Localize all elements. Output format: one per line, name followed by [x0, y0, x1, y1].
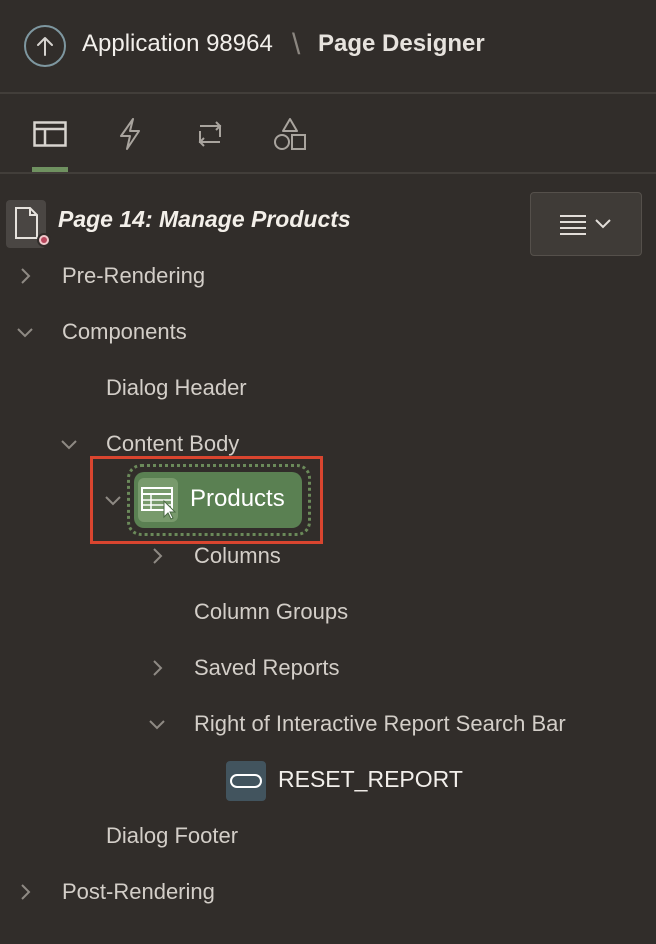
lightning-icon	[120, 118, 140, 150]
arrow-up-icon	[37, 37, 53, 56]
designer-tabbar	[0, 96, 656, 174]
tree-page-node[interactable]: Page 14: Manage Products	[0, 192, 520, 248]
tab-dynamic-actions[interactable]	[112, 96, 148, 172]
menu-icon	[560, 215, 586, 235]
page-icon	[6, 200, 51, 248]
tree-node-columns[interactable]: Columns	[194, 528, 281, 584]
refresh-icon	[198, 121, 222, 147]
page-label: Page 14: Manage Products	[58, 206, 351, 232]
button-icon	[226, 761, 266, 801]
shapes-icon	[274, 118, 306, 150]
tree-node-pre-rendering[interactable]: Pre-Rendering	[62, 248, 205, 304]
application-title[interactable]: Application 98964	[82, 30, 273, 58]
report-region-icon	[138, 478, 178, 522]
chevron-right-icon[interactable]	[16, 883, 34, 901]
designer-header: Application 98964 \ Page Designer	[0, 0, 656, 94]
page-title: Page Designer	[318, 30, 485, 57]
chevron-down-icon[interactable]	[60, 435, 78, 453]
up-arrow-button[interactable]	[24, 25, 66, 67]
tab-processing[interactable]	[192, 96, 228, 172]
tree-node-column-groups[interactable]: Column Groups	[194, 584, 348, 640]
tree-node-saved-reports[interactable]: Saved Reports	[194, 640, 340, 696]
tree-node-dialog-header[interactable]: Dialog Header	[106, 360, 247, 416]
products-label: Products	[190, 485, 285, 512]
tree-node-dialog-footer[interactable]: Dialog Footer	[106, 808, 238, 864]
tab-shared-components[interactable]	[272, 96, 308, 172]
tree-node-post-rendering[interactable]: Post-Rendering	[62, 864, 215, 920]
layout-icon	[33, 121, 67, 147]
chevron-down-icon[interactable]	[104, 491, 122, 509]
tree-node-right-of-search-bar[interactable]: Right of Interactive Report Search Bar	[194, 696, 566, 752]
chevron-down-icon[interactable]	[16, 323, 34, 341]
chevron-right-icon[interactable]	[148, 547, 166, 565]
chevron-down-icon[interactable]	[148, 715, 166, 733]
chevron-right-icon[interactable]	[148, 659, 166, 677]
tab-rendering[interactable]	[32, 96, 68, 172]
breadcrumb-separator: \	[292, 28, 301, 61]
chevron-down-icon	[595, 219, 611, 229]
chevron-right-icon[interactable]	[16, 267, 34, 285]
tree-node-reset-report[interactable]: RESET_REPORT	[278, 766, 463, 793]
tree-node-components[interactable]: Components	[62, 304, 187, 360]
tree-menu-button[interactable]	[530, 192, 642, 256]
